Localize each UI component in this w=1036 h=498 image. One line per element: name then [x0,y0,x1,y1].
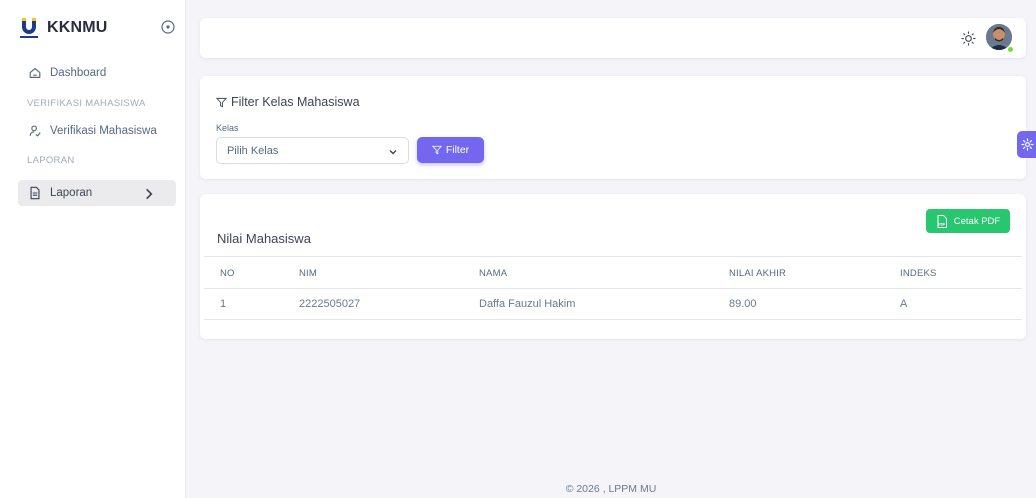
cell-nama: Daffa Fauzul Hakim [479,298,576,310]
filter-icon [431,145,442,155]
sidebar-section-header: VERIFIKASI MAHASISWA [27,98,146,109]
table-header: NO NIM NAMA NILAI AKHIR INDEKS [204,256,1022,289]
sidebar: KKNMU Dashboard VERIFIKASI MAHASISWA Ver… [0,0,186,498]
filter-icon [216,97,227,107]
file-text-icon [30,186,40,200]
filter-button[interactable]: Filter [417,137,484,163]
customizer-toggle[interactable] [1017,131,1036,158]
svg-text:PDF: PDF [938,222,946,226]
collapse-sidebar-icon[interactable] [160,19,176,35]
online-status-dot [1007,46,1014,53]
sidebar-item-verifikasi[interactable]: Verifikasi Mahasiswa [18,118,176,144]
filter-button-label: Filter [445,144,470,156]
sun-icon[interactable] [961,31,976,46]
table-row: 1 2222505027 Daffa Fauzul Hakim 89.00 A [204,289,1022,320]
home-icon [29,68,41,78]
cetak-pdf-button[interactable]: PDF Cetak PDF [926,209,1010,233]
kelas-select-value: Pilih Kelas [227,144,279,157]
top-navbar [200,18,1026,58]
user-check-icon [29,125,41,137]
kelas-label: Kelas [216,123,239,133]
column-header-no[interactable]: NO [220,268,235,279]
column-header-nilai-akhir[interactable]: NILAI AKHIR [729,268,786,279]
sidebar-item-dashboard[interactable]: Dashboard [18,60,176,86]
sidebar-item-label: Dashboard [50,67,107,79]
cell-nim: 2222505027 [299,298,361,310]
filter-card-title: Filter Kelas Mahasiswa [216,95,360,109]
cell-nilai-akhir: 89.00 [729,298,757,310]
cetak-pdf-label: Cetak PDF [953,215,1001,227]
cell-indeks: A [900,298,908,310]
sidebar-item-label: Laporan [50,187,93,199]
column-header-nim[interactable]: NIM [299,268,317,279]
sidebar-item-label: Verifikasi Mahasiswa [50,125,157,137]
filter-card: Filter Kelas Mahasiswa Kelas Pilih Kelas… [200,76,1026,179]
nilai-card-title: Nilai Mahasiswa [217,231,311,246]
cell-no: 1 [220,298,227,310]
sidebar-item-laporan[interactable]: Laporan [18,180,176,206]
brand[interactable]: KKNMU [20,16,108,40]
chevron-down-icon [389,150,397,155]
chevron-right-icon [146,188,153,200]
brand-name: KKNMU [47,19,108,36]
sidebar-section-header: LAPORAN [27,155,75,166]
column-header-nama[interactable]: NAMA [479,268,507,279]
university-logo-icon [20,18,38,38]
footer-copyright: © 2026 , LPPM MU [565,483,657,495]
column-header-indeks[interactable]: INDEKS [900,268,937,279]
gear-icon [1021,138,1034,151]
nilai-card: Nilai Mahasiswa PDF Cetak PDF NO NIM NAM… [200,194,1026,339]
pdf-file-icon: PDF [937,214,947,228]
kelas-select[interactable]: Pilih Kelas [216,137,409,164]
filter-title-text: Filter Kelas Mahasiswa [231,95,360,109]
